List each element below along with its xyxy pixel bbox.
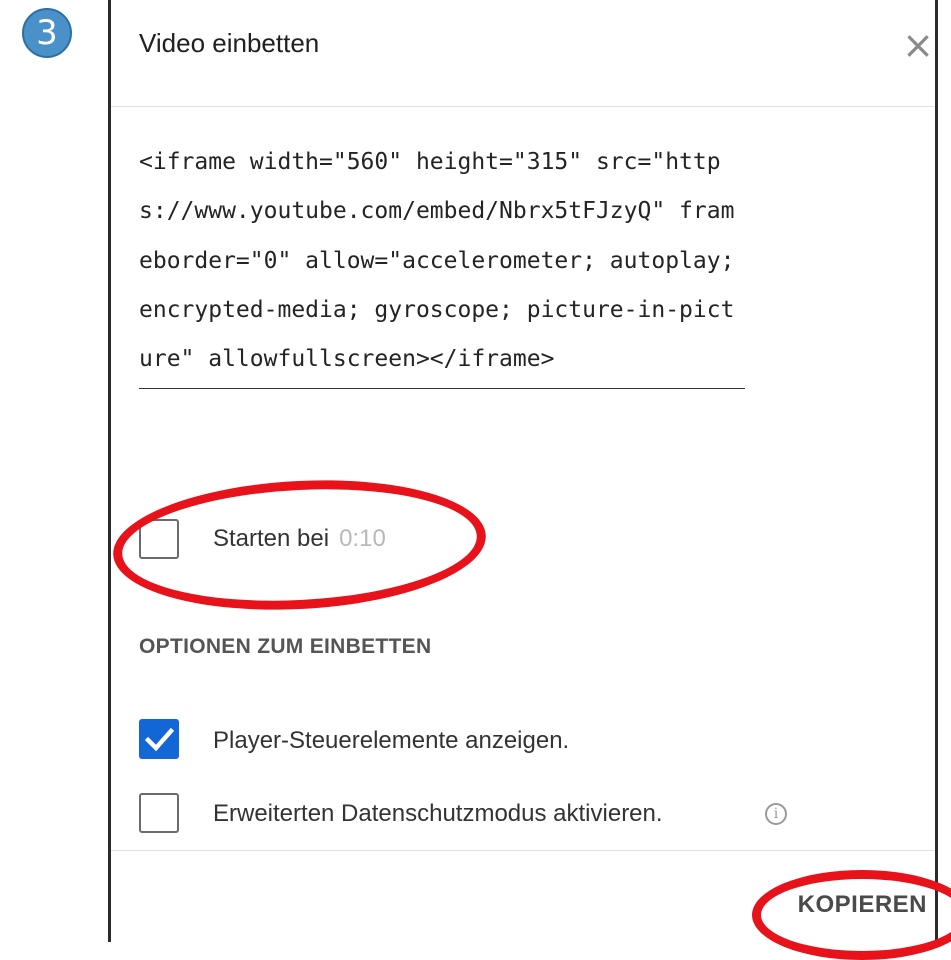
- embed-code-textarea[interactable]: <iframe width="560" height="315" src="ht…: [139, 138, 745, 390]
- start-at-checkbox[interactable]: [139, 519, 179, 559]
- start-time-value[interactable]: 0:10: [339, 525, 386, 552]
- dialog-title: Video einbetten: [139, 28, 320, 58]
- embed-video-dialog: Video einbetten × <iframe width="560" he…: [108, 0, 938, 942]
- player-controls-label: Player-Steuerelemente anzeigen.: [213, 727, 570, 754]
- player-controls-checkbox[interactable]: [139, 719, 179, 759]
- footer-divider: [111, 850, 935, 851]
- info-icon[interactable]: i: [765, 803, 787, 825]
- privacy-mode-checkbox[interactable]: [139, 793, 179, 833]
- privacy-mode-label: Erweiterten Datenschutzmodus aktivieren.: [213, 800, 663, 827]
- dialog-header: Video einbetten ×: [111, 0, 935, 107]
- copy-button[interactable]: KOPIEREN: [798, 891, 927, 919]
- start-at-label: Starten bei 0:10: [213, 525, 386, 553]
- checkmark-icon: [144, 727, 175, 752]
- start-at-text: Starten bei: [213, 525, 330, 552]
- embed-options-heading: OPTIONEN ZUM EINBETTEN: [139, 635, 432, 658]
- step-number-badge: 3: [22, 8, 72, 58]
- close-icon[interactable]: ×: [901, 26, 935, 64]
